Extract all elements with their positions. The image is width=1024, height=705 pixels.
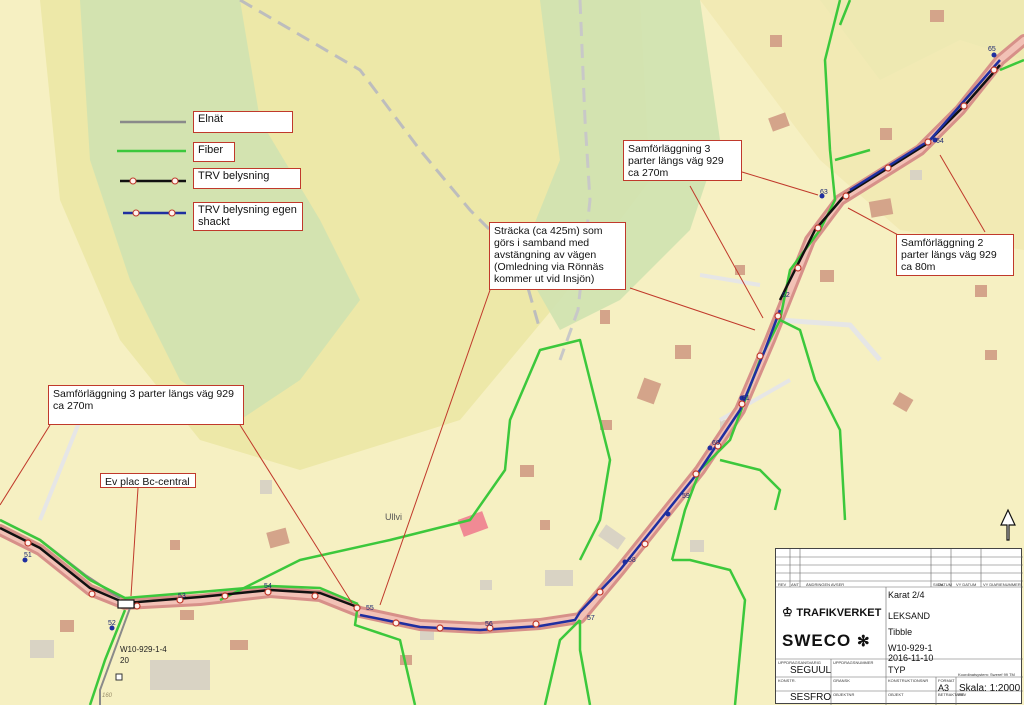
pole-label: 51	[24, 552, 32, 559]
legend-label-trv-egen-shackt: TRV belysning egen shackt	[193, 202, 303, 231]
project-line-1: Karat 2/4	[888, 590, 925, 600]
drawing-number: W10-929-1	[888, 643, 933, 653]
pole-label: 55	[366, 605, 374, 612]
callout-samforlaggning-3-left: Samförläggning 3 parter längs väg 929 ca…	[48, 385, 244, 425]
pole-label: 65	[988, 46, 996, 53]
callout-bc-central: Ev plac Bc-central	[100, 473, 196, 488]
pole-label: 62	[782, 292, 790, 299]
trafikverket-text: TRAFIKVERKET	[796, 607, 882, 619]
sweco-text: SWECO	[782, 631, 852, 650]
project-line-3: Tibble	[888, 627, 913, 637]
sign-designer: SESFRO	[790, 692, 832, 703]
pole-label: 52	[108, 620, 116, 627]
pole-label: 58	[628, 557, 636, 564]
vy-diarie-header: VY DIARIENUMMER	[983, 582, 1021, 587]
contour-label: 160	[102, 693, 113, 699]
ant-header: ANT	[791, 582, 799, 587]
pole-label: 64	[936, 138, 944, 145]
cabinet-marker	[115, 673, 123, 681]
label-objektnr: OBJEKTNR	[833, 692, 855, 697]
legend-label-fiber: Fiber	[193, 142, 235, 162]
cabinet-marker-bc	[117, 599, 135, 609]
place-label-ullvi: Ullvi	[385, 512, 402, 522]
label-gransk: GRANSK	[833, 678, 850, 683]
callout-samforlaggning-2-right: Samförläggning 2 parter längs väg 929 ca…	[896, 234, 1014, 276]
cabinet-label: W10-929-1-4	[120, 645, 167, 654]
date-header: DATUM	[938, 582, 952, 587]
rev-header: REV	[778, 582, 787, 587]
change-header: ÄNDRINGEN AVSER	[806, 582, 845, 587]
vy-date-header: VY DATUM	[956, 582, 977, 587]
sign-responsible: SEGUUL	[790, 665, 832, 676]
sweco-logo: SWECO ✻	[782, 631, 871, 651]
pole-label: 61	[742, 395, 750, 402]
legend-label-elnat: Elnät	[193, 111, 293, 133]
title-block: REV ANT ÄNDRINGEN AVSER SIGN DATUM VY DA…	[775, 548, 1023, 705]
pole-label: 63	[820, 189, 828, 196]
sheet-scale: Skala: 1:2000	[959, 683, 1021, 694]
pole-label: 54	[264, 583, 272, 590]
sheet-format: A3	[938, 683, 950, 693]
trafikverket-logo: ♔ TRAFIKVERKET	[782, 604, 881, 619]
pole-label: 57	[587, 615, 595, 622]
drawing-type: TYP	[888, 665, 906, 675]
crown-icon: ♔	[782, 605, 793, 619]
label-konstr: KONSTR.	[778, 678, 796, 683]
label-objekt: OBJEKT	[888, 692, 904, 697]
sweco-figure-icon: ✻	[856, 633, 871, 650]
legend-label-trv-belysning: TRV belysning	[193, 168, 301, 189]
coordinate-system: Koordinatsystem: Sweref 99 TM	[958, 672, 1015, 677]
label-konstruktionsnr: KONSTRUKTIONSNR	[888, 678, 929, 683]
label-uppdragsnummer: UPPDRAGSNUMMER	[833, 660, 874, 665]
callout-stracka: Sträcka (ca 425m) som görs i samband med…	[489, 222, 626, 290]
label-rev: REV	[958, 692, 967, 697]
callout-samforlaggning-3-right: Samförläggning 3 parter längs väg 929 ca…	[623, 140, 742, 181]
pole-label: 59	[682, 493, 690, 500]
pole-label: 56	[485, 621, 493, 628]
pole-label: 53	[178, 593, 186, 600]
pole-label: 60	[712, 440, 720, 447]
project-line-2: LEKSAND	[888, 611, 931, 621]
drawing-date: 2016-11-10	[888, 653, 934, 663]
cabinet-number: 20	[120, 656, 129, 665]
